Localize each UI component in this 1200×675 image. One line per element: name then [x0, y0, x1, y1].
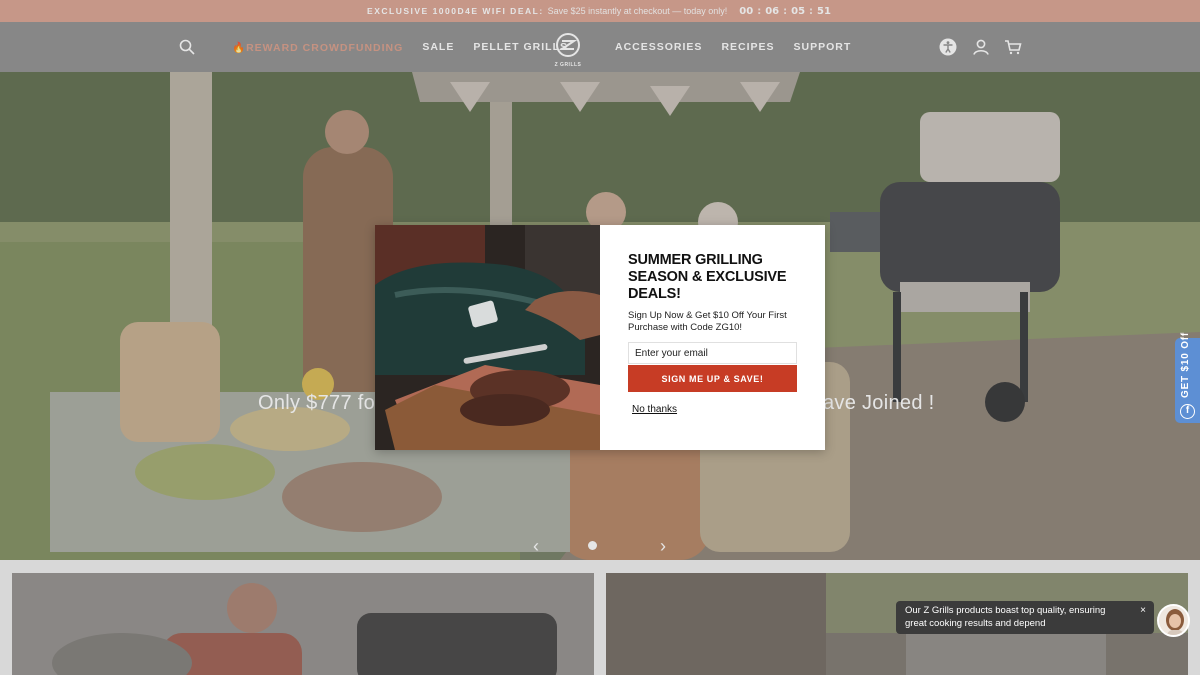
modal-subtitle: Sign Up Now & Get $10 Off Your First Pur…: [628, 310, 787, 333]
modal-content: SUMMER GRILLING SEASON & EXCLUSIVE DEALS…: [600, 225, 825, 450]
side-tab-label: GET $10 Off: [1180, 331, 1191, 398]
chat-avatar[interactable]: [1157, 604, 1190, 637]
no-thanks-link[interactable]: No thanks: [632, 404, 677, 415]
modal-image: [375, 225, 600, 450]
discount-side-tab[interactable]: GET $10 Off f: [1175, 331, 1200, 423]
page: EXCLUSIVE 1000D4E WIFI DEAL: Save $25 in…: [0, 0, 1200, 675]
sign-up-button[interactable]: SIGN ME UP & SAVE!: [628, 365, 797, 392]
chat-message-text: Our Z Grills products boast top quality,…: [905, 605, 1106, 629]
modal-title: SUMMER GRILLING SEASON & EXCLUSIVE DEALS…: [628, 252, 787, 302]
signup-modal: SUMMER GRILLING SEASON & EXCLUSIVE DEALS…: [375, 225, 825, 450]
close-icon[interactable]: ×: [1140, 604, 1146, 617]
grill-photo: [375, 225, 600, 450]
chat-message-bubble[interactable]: Our Z Grills products boast top quality,…: [896, 601, 1154, 634]
email-field[interactable]: [628, 342, 797, 364]
facebook-icon[interactable]: f: [1180, 404, 1195, 419]
